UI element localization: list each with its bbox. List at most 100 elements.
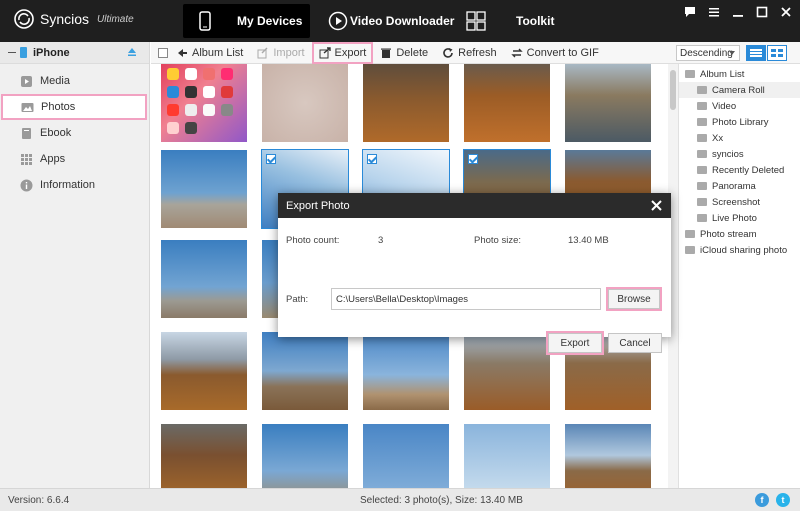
dialog-title-bar: Export Photo — [278, 193, 671, 218]
tab-video-downloader-label: Video Downloader — [350, 14, 455, 28]
collapse-icon[interactable] — [8, 52, 16, 53]
album-item-screenshot[interactable]: Screenshot — [679, 194, 800, 210]
photo-thumbnail[interactable] — [262, 332, 348, 410]
play-icon — [328, 11, 348, 31]
selection-summary: Selected: 3 photo(s), Size: 13.40 MB — [360, 495, 523, 506]
album-item-video[interactable]: Video — [679, 98, 800, 114]
refresh-button[interactable]: Refresh — [435, 42, 504, 64]
app-name: Syncios — [40, 11, 90, 27]
photo-thumbnail[interactable] — [262, 424, 348, 488]
export-icon — [319, 46, 331, 58]
photo-checkbox[interactable] — [468, 154, 478, 164]
media-icon — [21, 75, 32, 87]
status-bar: Version: 6.6.4 Selected: 3 photo(s), Siz… — [0, 488, 800, 511]
tab-toolkit[interactable]: Toolkit — [466, 4, 566, 38]
photo-thumbnail[interactable] — [161, 332, 247, 410]
tab-video-downloader[interactable]: Video Downloader — [328, 4, 458, 38]
album-label: Photo Library — [712, 116, 769, 128]
photo-thumbnail[interactable] — [565, 424, 651, 488]
album-icon — [697, 150, 707, 158]
album-icon — [697, 182, 707, 190]
sidebar-item-label: Ebook — [40, 127, 72, 139]
convert-gif-button[interactable]: Convert to GIF — [504, 42, 606, 64]
import-button[interactable]: Import — [250, 42, 311, 64]
sidebar: iPhone Media Photos Ebook Apps Informati… — [0, 42, 150, 488]
photo-thumbnail[interactable] — [161, 424, 247, 488]
album-icon — [697, 214, 707, 222]
photo-thumbnail[interactable] — [363, 332, 449, 410]
photo-count-label: Photo count: — [286, 235, 340, 246]
photo-thumbnail[interactable] — [161, 64, 247, 142]
feedback-icon[interactable] — [684, 6, 696, 20]
photo-thumbnail[interactable] — [464, 64, 550, 142]
delete-button[interactable]: Delete — [373, 42, 435, 64]
menu-icon[interactable] — [708, 6, 720, 20]
sort-order-select[interactable]: Descending — [676, 45, 740, 61]
export-confirm-button[interactable]: Export — [548, 333, 602, 353]
tab-toolkit-label: Toolkit — [516, 14, 555, 28]
tab-my-devices[interactable]: My Devices — [183, 4, 310, 38]
photo-thumbnail[interactable] — [161, 150, 247, 228]
convert-gif-label: Convert to GIF — [526, 46, 599, 59]
select-all-checkbox[interactable] — [158, 47, 168, 58]
album-panel: Album List Camera Roll Video Photo Libra… — [678, 64, 800, 488]
sort-order-value: Descending — [680, 47, 733, 59]
album-item-xx[interactable]: Xx — [679, 130, 800, 146]
path-input[interactable] — [331, 288, 601, 310]
photo-thumbnail[interactable] — [363, 424, 449, 488]
album-photo-stream[interactable]: Photo stream — [679, 226, 800, 242]
sidebar-item-ebook[interactable]: Ebook — [0, 120, 149, 146]
close-icon[interactable] — [780, 6, 792, 20]
sidebar-item-photos[interactable]: Photos — [1, 94, 147, 120]
twitter-icon[interactable]: t — [776, 493, 790, 507]
export-photo-dialog: Export Photo Photo count: 3 Photo size: … — [278, 193, 671, 353]
album-icon — [685, 230, 695, 238]
album-item-syncios[interactable]: syncios — [679, 146, 800, 162]
cancel-button[interactable]: Cancel — [608, 333, 662, 353]
photo-size-value: 13.40 MB — [568, 235, 609, 246]
photo-thumbnail[interactable] — [464, 332, 550, 410]
device-header[interactable]: iPhone — [0, 42, 149, 64]
list-view-button[interactable] — [746, 45, 766, 61]
chevron-down-icon — [729, 51, 735, 55]
album-icloud-sharing[interactable]: iCloud sharing photo — [679, 242, 800, 258]
version-text: Version: 6.6.4 — [8, 495, 70, 506]
photo-thumbnail[interactable] — [565, 64, 651, 142]
sidebar-item-media[interactable]: Media — [0, 68, 149, 94]
phone-icon — [199, 11, 211, 31]
album-icon — [697, 118, 707, 126]
sidebar-item-information[interactable]: Information — [0, 172, 149, 198]
export-button[interactable]: Export — [311, 41, 374, 64]
sidebar-item-apps[interactable]: Apps — [0, 146, 149, 172]
maximize-icon[interactable] — [756, 6, 768, 20]
album-list-button[interactable]: Album List — [151, 42, 250, 64]
album-label: Xx — [712, 132, 724, 144]
sidebar-item-label: Information — [40, 179, 96, 191]
grid-view-button[interactable] — [767, 45, 787, 61]
album-item-photo-library[interactable]: Photo Library — [679, 114, 800, 130]
album-item-recently-deleted[interactable]: Recently Deleted — [679, 162, 800, 178]
album-item-panorama[interactable]: Panorama — [679, 178, 800, 194]
photo-thumbnail[interactable] — [262, 64, 348, 142]
minimize-icon[interactable] — [732, 6, 744, 20]
photos-icon — [21, 102, 34, 112]
sidebar-item-label: Media — [40, 75, 70, 87]
app-edition: Ultimate — [97, 13, 134, 25]
close-icon[interactable] — [650, 199, 663, 212]
photo-thumbnail[interactable] — [161, 240, 247, 318]
album-label: Camera Roll — [712, 84, 765, 96]
scrollbar-thumb[interactable] — [670, 70, 676, 110]
photo-checkbox[interactable] — [367, 154, 377, 164]
album-item-camera-roll[interactable]: Camera Roll — [679, 82, 800, 98]
album-icon — [685, 70, 695, 78]
eject-icon[interactable] — [127, 47, 137, 57]
facebook-icon[interactable]: f — [755, 493, 769, 507]
photo-thumbnail[interactable] — [464, 424, 550, 488]
refresh-label: Refresh — [458, 46, 497, 59]
album-item-live-photo[interactable]: Live Photo — [679, 210, 800, 226]
photo-checkbox[interactable] — [266, 154, 276, 164]
browse-button[interactable]: Browse — [608, 289, 660, 309]
arrow-left-icon — [178, 48, 187, 57]
photo-thumbnail[interactable] — [363, 64, 449, 142]
album-root[interactable]: Album List — [679, 66, 800, 82]
